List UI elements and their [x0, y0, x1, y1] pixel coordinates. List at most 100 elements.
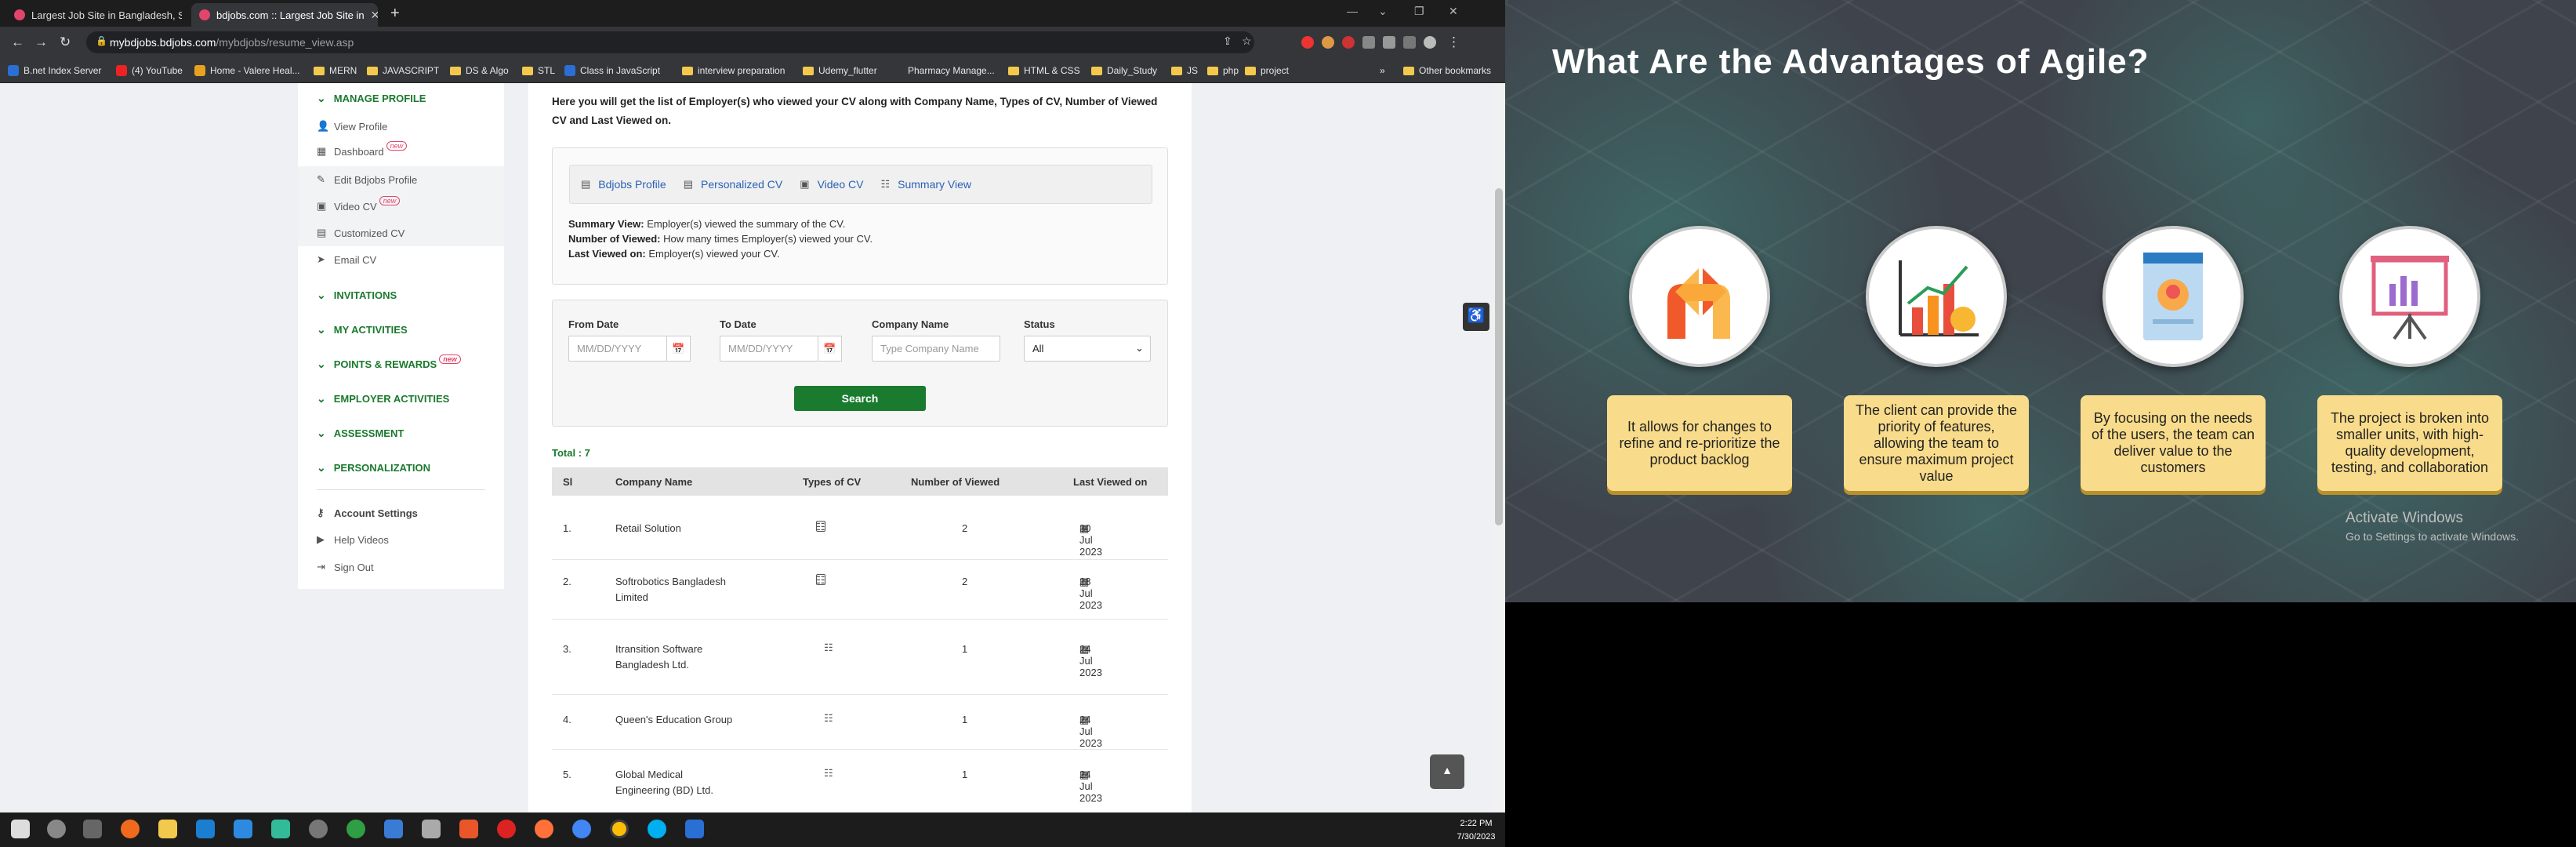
scrollbar-thumb[interactable] [1495, 188, 1503, 525]
sidebar-section-assessment[interactable]: ⌄ ASSESSMENT [317, 427, 404, 440]
app-icon[interactable] [422, 820, 441, 838]
app-icon[interactable] [309, 820, 328, 838]
chevron-down-icon[interactable]: ⌄ [1378, 5, 1388, 18]
search-button[interactable]: Search [794, 386, 926, 411]
bookmark-folder[interactable]: HTML & CSS [1008, 65, 1080, 76]
bookmark-folder[interactable]: JS [1171, 65, 1198, 76]
app-icon[interactable] [384, 820, 403, 838]
bookmark-item[interactable]: (4) YouTube [116, 65, 183, 76]
reload-icon[interactable]: ↻ [60, 35, 71, 50]
search-icon[interactable] [47, 820, 66, 838]
app-icon[interactable] [459, 820, 478, 838]
sidebar-section-invitations[interactable]: ⌄ INVITATIONS [317, 289, 397, 302]
puzzle-icon[interactable] [1362, 36, 1375, 49]
bookmark-star-icon[interactable]: ☆ [1242, 35, 1252, 48]
scroll-top-icon[interactable]: ▲ [1430, 754, 1464, 789]
help-videos-link[interactable]: ▶ Help Videos [298, 526, 504, 553]
extension-icon[interactable] [1342, 36, 1355, 49]
bookmark-folder[interactable]: Udemy_flutter [803, 65, 877, 76]
file-explorer-icon[interactable] [158, 820, 177, 838]
new-tab-icon[interactable]: + [390, 5, 400, 23]
close-window-icon[interactable]: ✕ [1449, 5, 1458, 18]
more-bookmarks-icon[interactable]: » [1380, 65, 1385, 76]
calendar-icon[interactable]: 📅 [818, 336, 842, 362]
mail-icon[interactable] [234, 820, 252, 838]
account-settings-link[interactable]: ⚷ Account Settings [298, 500, 504, 526]
sidebar-item-customized-cv[interactable]: ▤ Customized CV [298, 220, 504, 246]
back-icon[interactable]: ← [11, 35, 24, 50]
company-name-input[interactable]: Type Company Name [872, 336, 1000, 362]
sidebar-item-email-cv[interactable]: ➤ Email CV [298, 246, 504, 273]
new-badge: new [439, 354, 461, 364]
summary-icon[interactable]: ☷ [824, 712, 833, 725]
to-date-input[interactable]: MM/DD/YYYY [720, 336, 818, 362]
bookmark-folder[interactable]: php [1207, 65, 1239, 76]
section-label: MANAGE PROFILE [333, 93, 426, 104]
chrome-icon[interactable] [610, 820, 629, 838]
bookmark-folder[interactable]: project [1245, 65, 1289, 76]
bookmark-item[interactable]: Home - Valere Heal... [194, 65, 300, 76]
task-view-icon[interactable] [83, 820, 102, 838]
taskbar [0, 812, 1505, 847]
extension-icon[interactable] [1322, 36, 1334, 49]
sidebar-item-dashboard[interactable]: ▦ Dashboard new [298, 138, 504, 165]
store-icon[interactable] [196, 820, 215, 838]
menu-list-icon[interactable] [1383, 36, 1395, 49]
calendar-icon[interactable]: 📅 [667, 336, 691, 362]
sidebar-section-points-rewards[interactable]: ⌄ POINTS & REWARDS new [317, 354, 461, 371]
close-icon[interactable]: ✕ [365, 9, 378, 22]
opera-icon[interactable] [497, 820, 516, 838]
chevron-down-icon: ⌄ [317, 289, 326, 301]
summary-icon[interactable]: ☷ [816, 521, 825, 533]
bookmark-item[interactable]: B.net Index Server [8, 65, 101, 76]
bookmark-item[interactable]: Pharmacy Manage... [892, 65, 995, 76]
app-icon[interactable] [271, 820, 290, 838]
sidebar-section-employer-activities[interactable]: ⌄ EMPLOYER ACTIVITIES [317, 392, 449, 405]
section-label: EMPLOYER ACTIVITIES [333, 393, 450, 405]
bookmark-folder[interactable]: JAVASCRIPT [367, 65, 439, 76]
accessibility-icon[interactable]: ♿ [1463, 303, 1489, 331]
bookmark-folder[interactable]: interview preparation [682, 65, 785, 76]
avatar[interactable] [1424, 36, 1436, 49]
summary-icon[interactable]: ☷ [824, 767, 833, 780]
status-select[interactable]: All ⌄ [1024, 336, 1151, 362]
from-date-input[interactable]: MM/DD/YYYY [568, 336, 667, 362]
summary-icon[interactable]: ☷ [824, 642, 833, 654]
bookmark-item[interactable]: Class in JavaScript [564, 65, 660, 76]
sign-out-link[interactable]: ⇥ Sign Out [298, 554, 504, 580]
skype-icon[interactable] [648, 820, 666, 838]
definition-summary-view: Summary View: Employer(s) viewed the sum… [568, 218, 845, 230]
sidebar-section-personalization[interactable]: ⌄ PERSONALIZATION [317, 461, 430, 474]
sidebar-section-manage-profile[interactable]: ⌄ MANAGE PROFILE [317, 92, 426, 105]
folder-icon [1245, 66, 1256, 75]
side-panel-icon[interactable] [1403, 36, 1416, 49]
app-icon[interactable] [346, 820, 365, 838]
bookmark-folder[interactable]: Daily_Study [1091, 65, 1157, 76]
bookmark-label: project [1261, 65, 1290, 76]
restore-icon[interactable]: ❐ [1414, 5, 1424, 18]
sidebar-item-view-profile[interactable]: 👤 View Profile [298, 113, 504, 140]
kebab-menu-icon[interactable]: ⋮ [1447, 35, 1460, 50]
bookmark-folder[interactable]: MERN [314, 65, 357, 76]
divider [317, 489, 485, 490]
other-bookmarks[interactable]: Other bookmarks [1403, 65, 1491, 76]
forward-icon[interactable]: → [34, 35, 48, 50]
minimize-icon[interactable]: — [1347, 5, 1358, 17]
taskbar-clock[interactable]: 2:22 PM 7/30/2023 [1450, 817, 1502, 844]
app-icon[interactable] [121, 820, 140, 838]
sidebar-item-edit-profile[interactable]: ✎ Edit Bdjobs Profile [298, 166, 504, 193]
edge-icon[interactable] [572, 820, 591, 838]
summary-icon[interactable]: ☷ [816, 574, 825, 587]
sidebar-section-my-activities[interactable]: ⌄ MY ACTIVITIES [317, 323, 408, 336]
extension-icon[interactable] [1301, 36, 1314, 49]
app-icon[interactable] [685, 820, 704, 838]
windows-start-icon[interactable] [11, 820, 30, 838]
bookmark-folder[interactable]: STL [522, 65, 555, 76]
firefox-icon[interactable] [535, 820, 553, 838]
sidebar-item-video-cv[interactable]: ▣ Video CV new [298, 193, 504, 220]
bookmark-folder[interactable]: DS & Algo [450, 65, 509, 76]
browser-tab-2[interactable]: bdjobs.com :: Largest Job Site in ✕ [191, 3, 378, 27]
url-input[interactable]: 🔒 mybdjobs.bdjobs.com/mybdjobs/resume_vie… [86, 31, 1254, 53]
browser-tab-1[interactable]: Largest Job Site in Bangladesh, S✕ [6, 3, 182, 27]
share-icon[interactable]: ⇪ [1223, 35, 1232, 48]
